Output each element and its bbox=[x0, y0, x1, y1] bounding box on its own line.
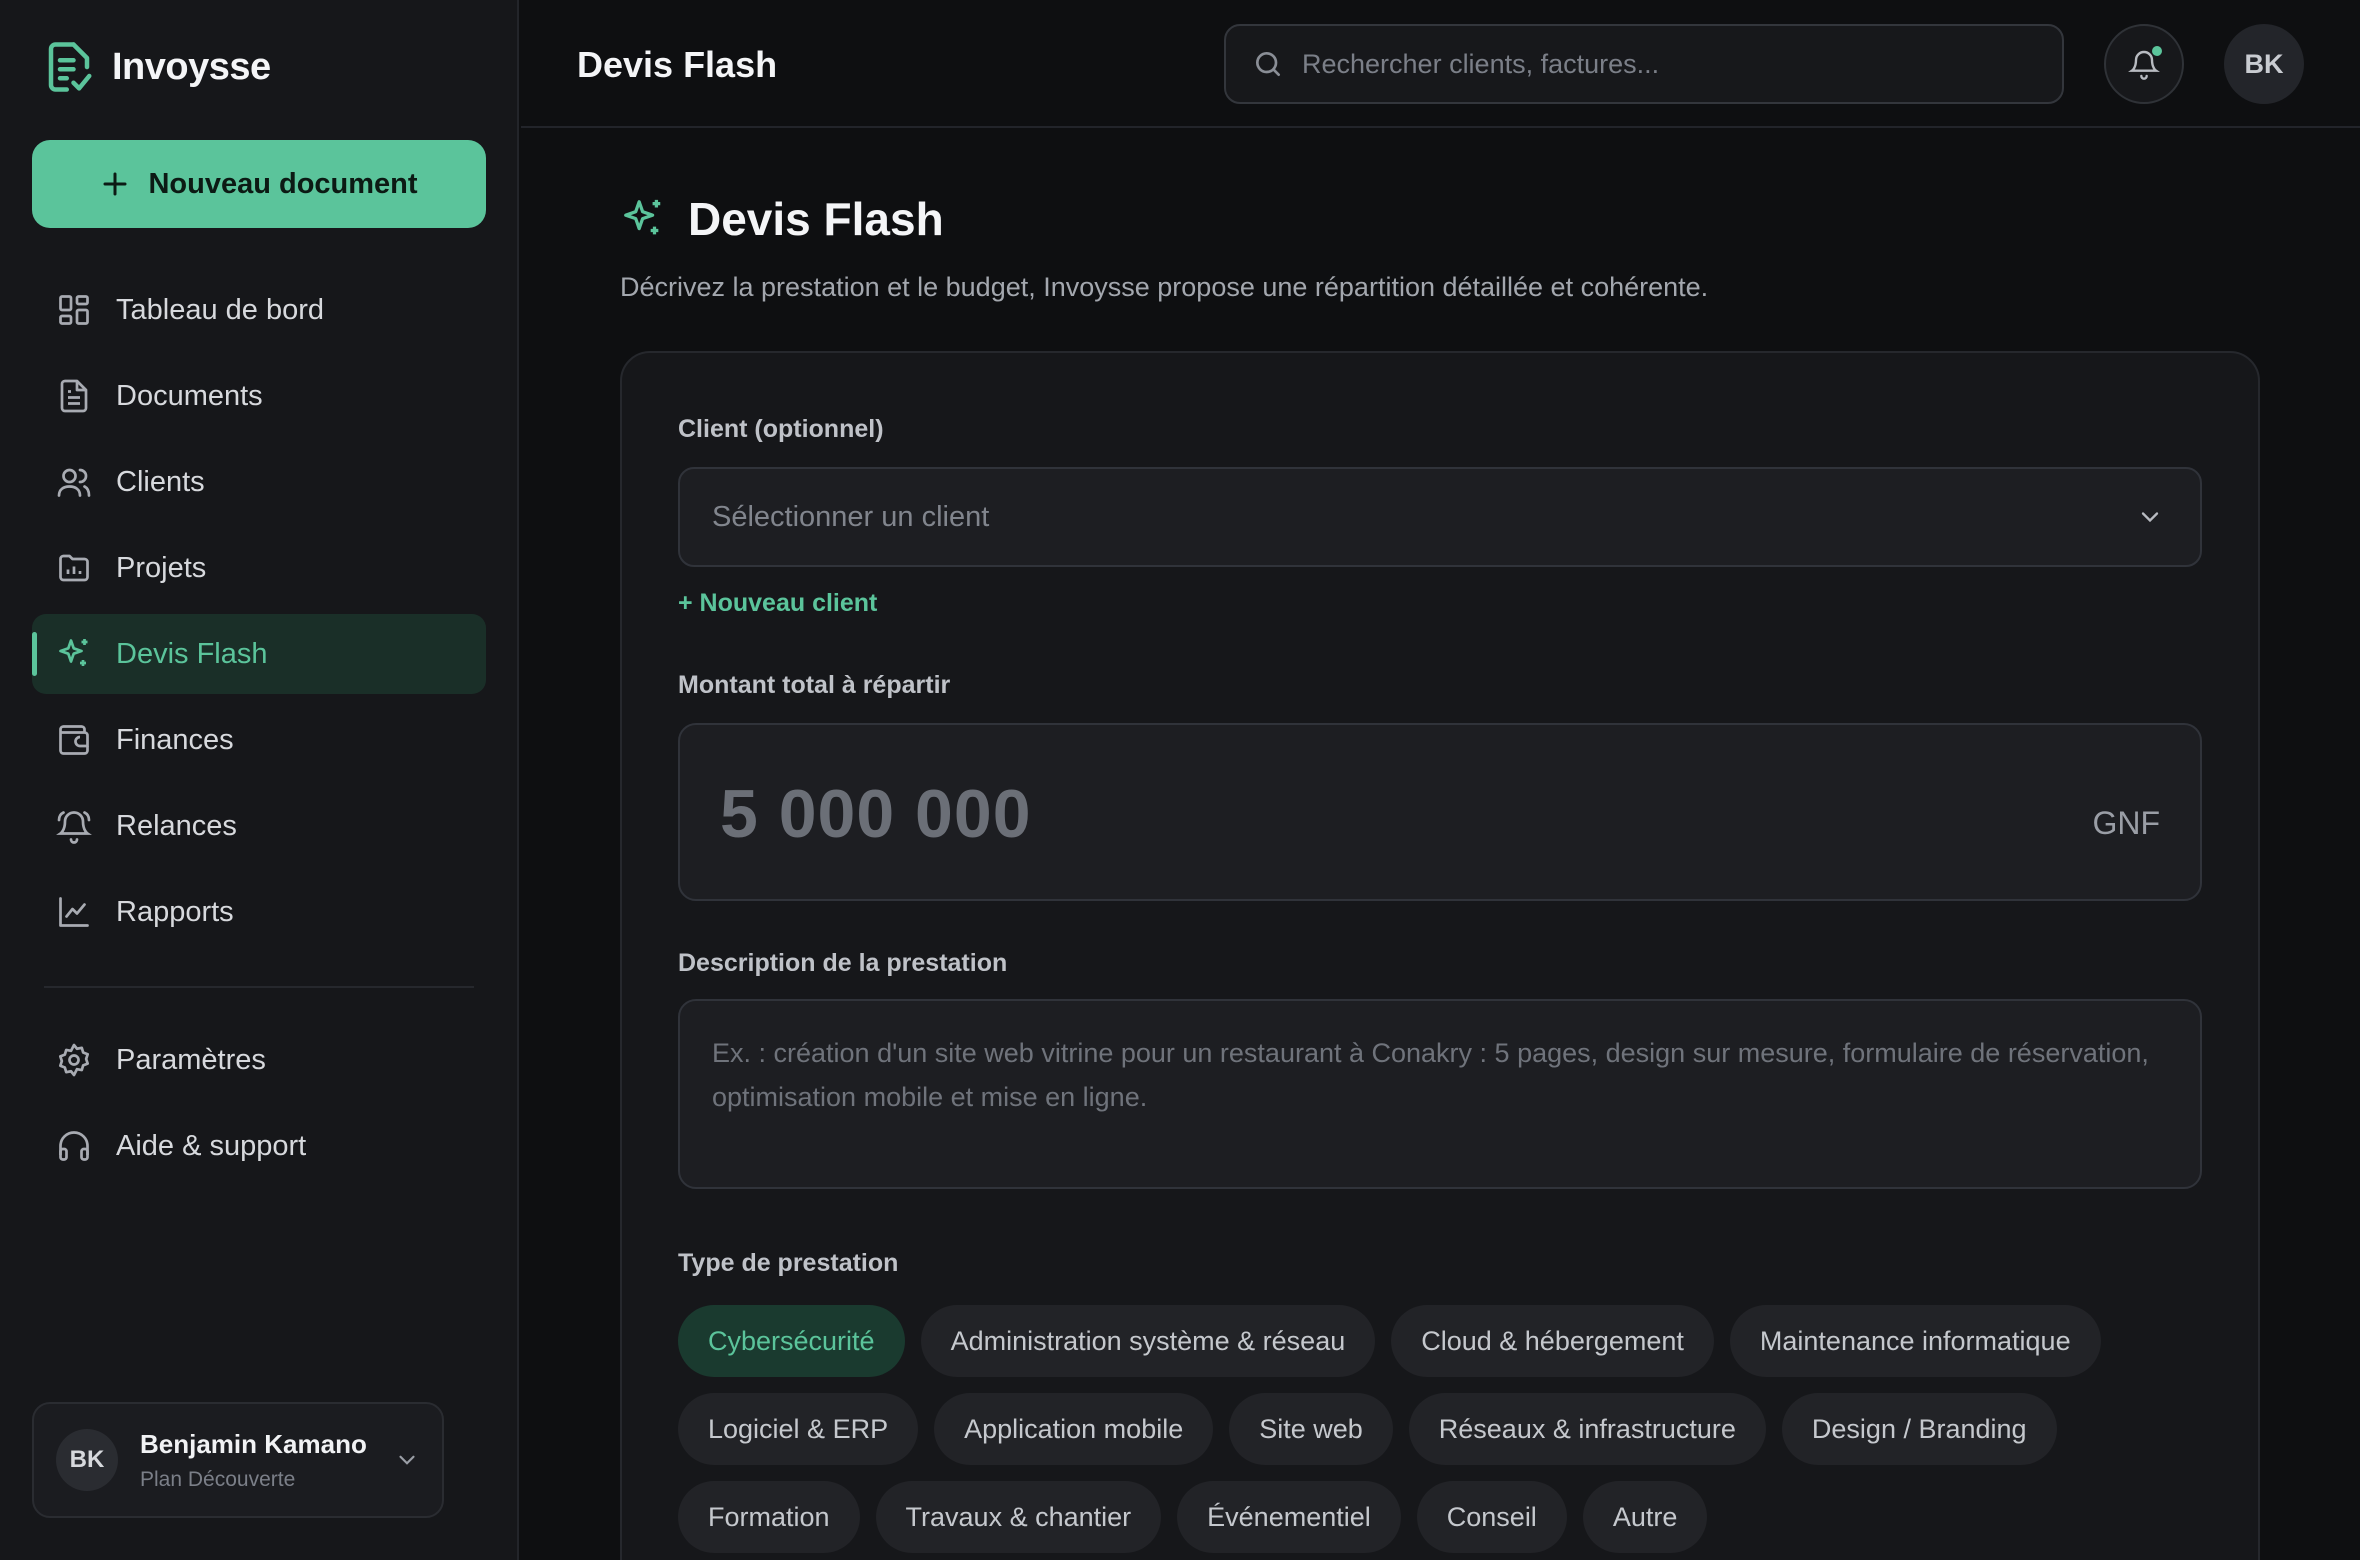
search-input[interactable] bbox=[1302, 48, 2042, 80]
folder-icon bbox=[56, 550, 92, 586]
topbar: Devis Flash BK bbox=[521, 0, 2360, 128]
headset-icon bbox=[56, 1128, 92, 1164]
page-subtitle: Décrivez la prestation et le budget, Inv… bbox=[620, 272, 1709, 302]
wallet-icon bbox=[56, 722, 92, 758]
page-title: Devis Flash bbox=[688, 193, 944, 245]
new-client-link[interactable]: + Nouveau client bbox=[678, 589, 877, 618]
amount-placeholder: 5 000 000 bbox=[720, 776, 1032, 852]
chip-autre[interactable]: Autre bbox=[1582, 1481, 1708, 1553]
client-label: Client (optionnel) bbox=[678, 415, 884, 443]
sidebar-item-label: Finances bbox=[116, 723, 234, 756]
notifications-button[interactable] bbox=[2104, 24, 2184, 104]
chip-site-web[interactable]: Site web bbox=[1229, 1393, 1393, 1465]
description-textarea[interactable]: Ex. : création d'un site web vitrine pou… bbox=[678, 999, 2202, 1189]
app-name: Invoysse bbox=[112, 45, 271, 88]
avatar[interactable]: BK bbox=[2224, 24, 2304, 104]
user-menu[interactable]: BK Benjamin Kamano Plan Découverte bbox=[32, 1402, 444, 1518]
sidebar-item-dashboard[interactable]: Tableau de bord bbox=[32, 270, 486, 350]
sidebar-item-label: Aide & support bbox=[116, 1129, 307, 1162]
page-title-row: Devis Flash bbox=[620, 192, 944, 246]
chip-application-mobile[interactable]: Application mobile bbox=[934, 1393, 1214, 1465]
sidebar-item-clients[interactable]: Clients bbox=[32, 442, 486, 522]
chevron-down-icon bbox=[394, 1447, 420, 1473]
sidebar-item-aide[interactable]: Aide & support bbox=[32, 1106, 486, 1186]
service-type-label: Type de prestation bbox=[678, 1249, 899, 1277]
chip-maintenance[interactable]: Maintenance informatique bbox=[1729, 1305, 2101, 1377]
client-select[interactable]: Sélectionner un client bbox=[678, 467, 2202, 567]
plus-icon bbox=[100, 169, 130, 199]
nav-divider bbox=[44, 986, 474, 988]
sidebar-item-relances[interactable]: Relances bbox=[32, 786, 486, 866]
chart-line-icon bbox=[56, 894, 92, 930]
chip-conseil[interactable]: Conseil bbox=[1416, 1481, 1567, 1553]
amount-field[interactable]: 5 000 000 GNF bbox=[678, 723, 2202, 901]
sidebar-item-label: Paramètres bbox=[116, 1043, 266, 1076]
sidebar-item-label: Projets bbox=[116, 551, 207, 584]
chip-travaux[interactable]: Travaux & chantier bbox=[875, 1481, 1162, 1553]
sidebar-item-label: Documents bbox=[116, 379, 263, 412]
user-plan: Plan Découverte bbox=[140, 1467, 296, 1491]
sidebar-item-rapports[interactable]: Rapports bbox=[32, 872, 486, 952]
sidebar-item-label: Rapports bbox=[116, 895, 234, 928]
quote-form-card: Client (optionnel) Sélectionner un clien… bbox=[620, 351, 2260, 1560]
user-name: Benjamin Kamano bbox=[140, 1428, 367, 1459]
document-icon bbox=[56, 378, 92, 414]
description-label: Description de la prestation bbox=[678, 949, 1008, 977]
chip-row: Formation Travaux & chantier Événementie… bbox=[678, 1481, 2238, 1553]
chevron-down-icon bbox=[2136, 503, 2164, 531]
client-select-placeholder: Sélectionner un client bbox=[712, 500, 990, 533]
sidebar-item-label: Tableau de bord bbox=[116, 293, 324, 326]
chip-row: Logiciel & ERP Application mobile Site w… bbox=[678, 1393, 2238, 1465]
search-box[interactable] bbox=[1224, 24, 2064, 104]
new-document-label: Nouveau document bbox=[148, 167, 418, 200]
chip-evenementiel[interactable]: Événementiel bbox=[1177, 1481, 1401, 1553]
bell-ring-icon bbox=[56, 808, 92, 844]
chip-row: Cybersécurité Administration système & r… bbox=[678, 1305, 2238, 1377]
chip-administration-systeme[interactable]: Administration système & réseau bbox=[920, 1305, 1376, 1377]
sidebar-item-parametres[interactable]: Paramètres bbox=[32, 1020, 486, 1100]
currency-label: GNF bbox=[2092, 805, 2160, 841]
sidebar-item-label: Clients bbox=[116, 465, 205, 498]
invoice-check-icon bbox=[42, 40, 96, 94]
sidebar-item-documents[interactable]: Documents bbox=[32, 356, 486, 436]
sidebar-item-label: Devis Flash bbox=[116, 637, 268, 670]
chip-formation[interactable]: Formation bbox=[678, 1481, 860, 1553]
main-nav: Tableau de bord Documents Clients Projet… bbox=[32, 270, 486, 958]
chip-design-branding[interactable]: Design / Branding bbox=[1781, 1393, 2057, 1465]
service-type-chips: Cybersécurité Administration système & r… bbox=[678, 1305, 2238, 1560]
sidebar-item-projets[interactable]: Projets bbox=[32, 528, 486, 608]
sidebar-item-label: Relances bbox=[116, 809, 237, 842]
chip-cloud[interactable]: Cloud & hébergement bbox=[1391, 1305, 1714, 1377]
notification-dot bbox=[2152, 46, 2162, 56]
page-header-title: Devis Flash bbox=[577, 44, 778, 85]
sparkles-icon bbox=[56, 636, 92, 672]
avatar: BK bbox=[56, 1429, 118, 1491]
new-document-button[interactable]: Nouveau document bbox=[32, 140, 486, 228]
sidebar-item-devis-flash[interactable]: Devis Flash bbox=[32, 614, 486, 694]
description-placeholder: Ex. : création d'un site web vitrine pou… bbox=[712, 1038, 2149, 1112]
users-icon bbox=[56, 464, 92, 500]
chip-logiciel-erp[interactable]: Logiciel & ERP bbox=[678, 1393, 919, 1465]
chip-cybersecurite[interactable]: Cybersécurité bbox=[678, 1305, 905, 1377]
app-logo[interactable]: Invoysse bbox=[42, 40, 271, 94]
gear-icon bbox=[56, 1042, 92, 1078]
sidebar-item-finances[interactable]: Finances bbox=[32, 700, 486, 780]
chip-reseaux[interactable]: Réseaux & infrastructure bbox=[1408, 1393, 1766, 1465]
sparkles-icon bbox=[620, 196, 666, 242]
dashboard-icon bbox=[56, 292, 92, 328]
sidebar: Invoysse Nouveau document Tableau de bor… bbox=[0, 0, 519, 1560]
user-info: Benjamin Kamano Plan Découverte bbox=[140, 1429, 394, 1492]
amount-label: Montant total à répartir bbox=[678, 671, 951, 699]
secondary-nav: Paramètres Aide & support bbox=[32, 1020, 486, 1192]
search-icon bbox=[1252, 48, 1284, 80]
